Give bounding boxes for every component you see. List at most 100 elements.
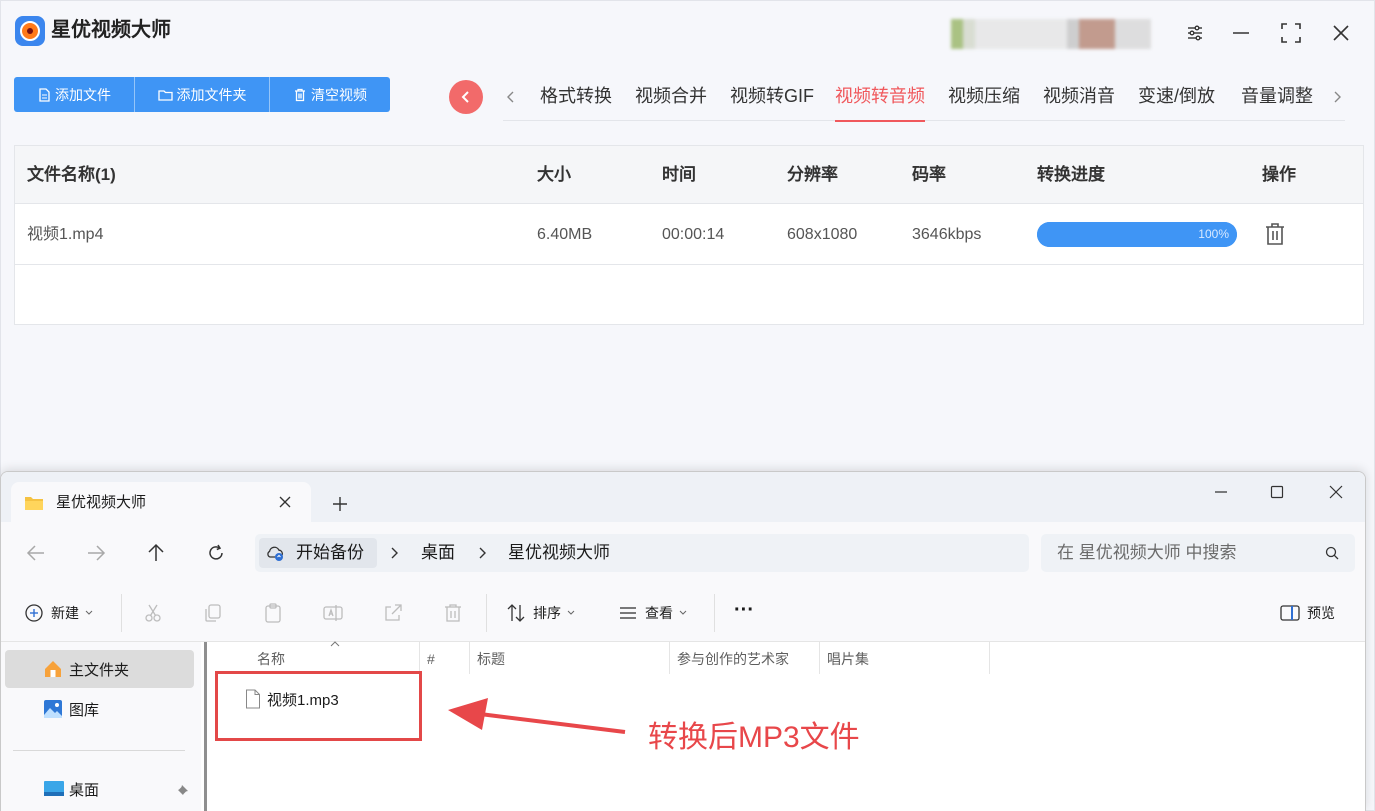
delete-row-button[interactable] bbox=[1264, 222, 1286, 246]
rename-icon[interactable] bbox=[322, 602, 344, 624]
view-label: 查看 bbox=[645, 605, 673, 621]
new-button[interactable]: 新建 bbox=[23, 601, 93, 625]
explorer-tab[interactable]: 星优视频大师 bbox=[11, 482, 311, 522]
column-album[interactable]: 唱片集 bbox=[827, 642, 869, 674]
collapse-button[interactable] bbox=[449, 80, 483, 114]
refresh-icon[interactable] bbox=[205, 542, 227, 564]
navigation-pane: 主文件夹 图库 桌面 bbox=[1, 642, 201, 811]
chevron-right-icon bbox=[1334, 91, 1341, 103]
tab-video-to-gif[interactable]: 视频转GIF bbox=[730, 83, 814, 121]
gallery-icon bbox=[44, 700, 62, 718]
sort-ascending-icon bbox=[330, 641, 340, 647]
cell-bitrate: 3646kbps bbox=[912, 226, 982, 243]
divider bbox=[121, 594, 122, 632]
explorer-maximize-icon[interactable] bbox=[1262, 480, 1292, 504]
tab-speed-reverse[interactable]: 变速/倒放 bbox=[1138, 83, 1215, 121]
preview-button[interactable]: 预览 bbox=[1279, 601, 1335, 625]
backup-breadcrumb[interactable]: 开始备份 bbox=[259, 538, 377, 568]
nav-item-home[interactable]: 主文件夹 bbox=[5, 650, 194, 688]
close-icon[interactable] bbox=[1325, 17, 1357, 49]
annotation-arrow bbox=[448, 698, 626, 734]
chevron-right-icon bbox=[479, 547, 486, 559]
chevron-left-icon bbox=[461, 91, 469, 103]
up-arrow-icon[interactable] bbox=[145, 542, 167, 564]
feature-tabs: 格式转换 视频合并 视频转GIF 视频转音频 视频压缩 视频消音 变速/倒放 音… bbox=[503, 83, 1345, 122]
tabs-prev-button[interactable] bbox=[503, 85, 519, 109]
add-folder-label: 添加文件夹 bbox=[176, 86, 247, 103]
add-folder-button[interactable]: 添加文件夹 bbox=[135, 77, 270, 112]
share-icon[interactable] bbox=[382, 602, 404, 624]
cell-duration: 00:00:14 bbox=[662, 226, 725, 243]
add-file-button[interactable]: 添加文件 bbox=[14, 77, 135, 112]
sort-label: 排序 bbox=[533, 605, 561, 621]
tab-volume-adjust[interactable]: 音量调整 bbox=[1241, 83, 1313, 121]
file-toolbar: 添加文件 添加文件夹 清空视频 bbox=[14, 77, 390, 112]
row-divider bbox=[15, 264, 1363, 265]
column-divider[interactable] bbox=[419, 642, 420, 674]
paste-icon[interactable] bbox=[262, 602, 284, 624]
settings-icon[interactable] bbox=[1179, 17, 1211, 49]
annotation-label: 转换后MP3文件 bbox=[648, 721, 860, 754]
user-avatar-blurred[interactable] bbox=[951, 19, 1151, 49]
col-header-size: 大小 bbox=[537, 165, 571, 184]
delete-icon[interactable] bbox=[442, 602, 464, 624]
maximize-icon[interactable] bbox=[1275, 17, 1307, 49]
cut-icon[interactable] bbox=[142, 602, 164, 624]
address-bar[interactable]: 开始备份 桌面 星优视频大师 bbox=[255, 534, 1029, 572]
col-header-bitrate: 码率 bbox=[912, 165, 946, 184]
new-label: 新建 bbox=[51, 605, 79, 621]
column-divider[interactable] bbox=[989, 642, 990, 674]
divider bbox=[714, 594, 715, 632]
chevron-down-icon bbox=[85, 610, 93, 615]
conversion-progress-bar: 100% bbox=[1037, 222, 1237, 247]
tab-video-merge[interactable]: 视频合并 bbox=[635, 83, 707, 121]
explorer-titlebar: 星优视频大师 bbox=[1, 472, 1365, 522]
col-header-name: 文件名称(1) bbox=[27, 165, 116, 184]
navigation-scrollbar[interactable] bbox=[204, 642, 207, 811]
more-options-button[interactable]: ··· bbox=[734, 598, 754, 622]
view-button[interactable]: 查看 bbox=[617, 601, 687, 625]
explorer-close-icon[interactable] bbox=[1321, 480, 1351, 504]
close-tab-icon[interactable] bbox=[276, 493, 294, 511]
copy-icon[interactable] bbox=[202, 602, 224, 624]
column-divider[interactable] bbox=[669, 642, 670, 674]
column-divider[interactable] bbox=[819, 642, 820, 674]
breadcrumb-current-folder[interactable]: 星优视频大师 bbox=[508, 534, 610, 572]
tabs-next-button[interactable] bbox=[1329, 85, 1345, 109]
tab-format-convert[interactable]: 格式转换 bbox=[540, 83, 612, 121]
nav-item-gallery[interactable]: 图库 bbox=[5, 690, 194, 728]
nav-item-desktop[interactable]: 桌面 bbox=[5, 770, 194, 808]
pin-icon[interactable] bbox=[177, 784, 189, 796]
sort-button[interactable]: 排序 bbox=[505, 601, 575, 625]
search-box[interactable]: 在 星优视频大师 中搜索 bbox=[1041, 534, 1355, 572]
column-divider[interactable] bbox=[469, 642, 470, 674]
cell-resolution: 608x1080 bbox=[787, 226, 858, 243]
file-icon bbox=[246, 689, 260, 709]
column-number[interactable]: # bbox=[427, 642, 435, 674]
forward-arrow-icon[interactable] bbox=[85, 542, 107, 564]
view-list-icon bbox=[620, 607, 636, 619]
column-title[interactable]: 标题 bbox=[477, 642, 505, 674]
trash-icon bbox=[1266, 223, 1284, 245]
file-table: 文件名称(1) 大小 时间 分辨率 码率 转换进度 操作 视频1.mp4 6.4… bbox=[14, 145, 1364, 325]
breadcrumb-desktop[interactable]: 桌面 bbox=[421, 534, 455, 572]
explorer-minimize-icon[interactable] bbox=[1206, 480, 1236, 504]
col-header-progress: 转换进度 bbox=[1037, 165, 1105, 184]
folder-icon bbox=[25, 497, 43, 510]
minimize-icon[interactable] bbox=[1225, 17, 1257, 49]
back-arrow-icon[interactable] bbox=[25, 542, 47, 564]
column-artists[interactable]: 参与创作的艺术家 bbox=[677, 642, 789, 674]
new-tab-icon[interactable] bbox=[329, 493, 351, 515]
preview-label: 预览 bbox=[1307, 605, 1335, 621]
tab-video-mute[interactable]: 视频消音 bbox=[1043, 83, 1115, 121]
cell-file-name: 视频1.mp4 bbox=[27, 226, 104, 243]
col-header-action: 操作 bbox=[1262, 165, 1296, 184]
clear-videos-button[interactable]: 清空视频 bbox=[270, 77, 390, 112]
search-icon bbox=[1325, 546, 1339, 560]
tab-video-compress[interactable]: 视频压缩 bbox=[948, 83, 1020, 121]
chevron-down-icon bbox=[679, 610, 687, 615]
address-row: 开始备份 桌面 星优视频大师 在 星优视频大师 中搜索 bbox=[1, 522, 1365, 584]
column-name[interactable]: 名称 bbox=[257, 642, 285, 674]
file-item[interactable]: 视频1.mp3 bbox=[245, 687, 339, 711]
tab-video-to-audio[interactable]: 视频转音频 bbox=[835, 83, 925, 122]
